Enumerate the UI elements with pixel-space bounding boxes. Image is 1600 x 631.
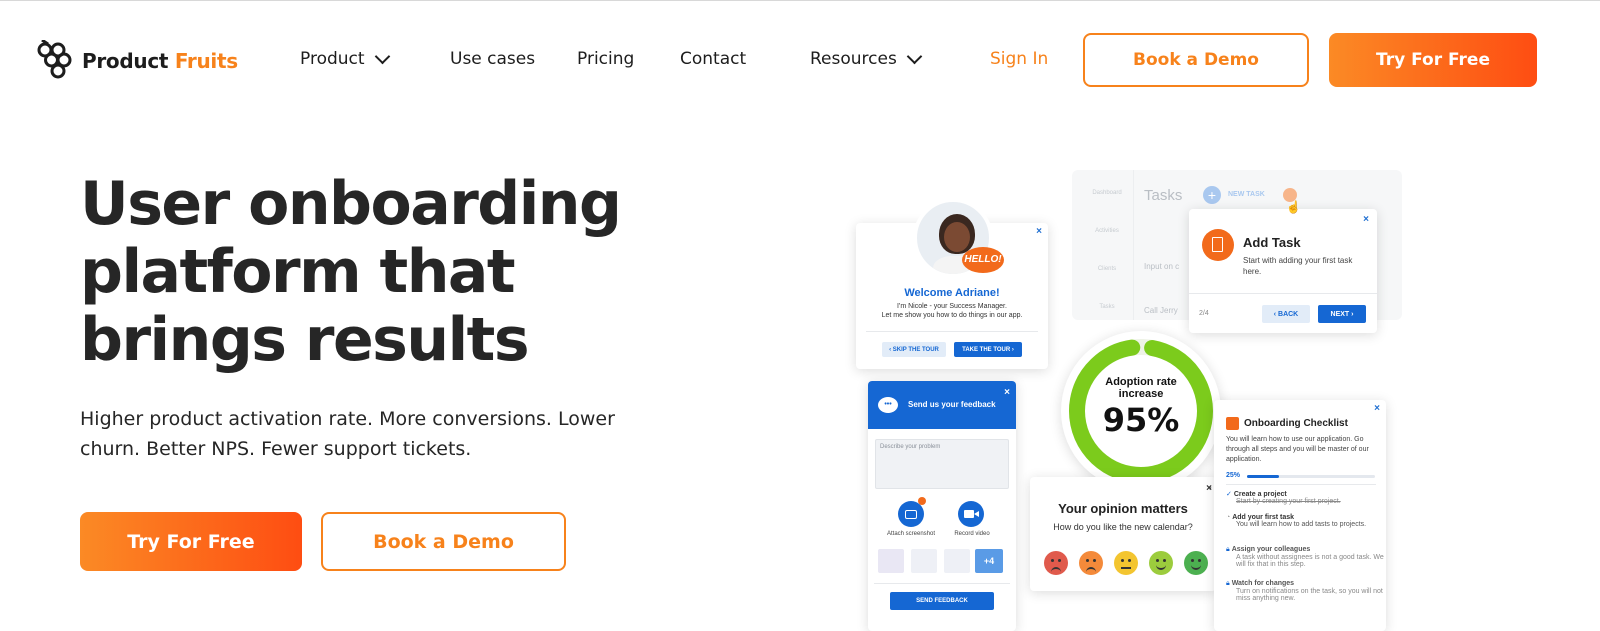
rating-face-4[interactable] xyxy=(1149,551,1173,575)
hero-book-demo-button[interactable]: Book a Demo xyxy=(321,512,566,571)
sign-in-link[interactable]: Sign In xyxy=(990,49,1048,69)
sidebar-activities: Activities xyxy=(1095,228,1119,234)
take-tour-button[interactable]: TAKE THE TOUR › xyxy=(954,342,1022,357)
sidebar-tasks: Tasks xyxy=(1099,304,1115,310)
close-icon[interactable]: × xyxy=(1374,403,1380,414)
rating-face-1[interactable] xyxy=(1044,551,1068,575)
add-task-title: Add Task xyxy=(1243,235,1301,250)
back-button[interactable]: ‹ BACK xyxy=(1262,305,1310,323)
progress-fill xyxy=(1247,475,1279,478)
adoption-label: Adoption rate increase xyxy=(1105,376,1177,400)
hero-try-free-button[interactable]: Try For Free xyxy=(80,512,302,571)
send-feedback-button[interactable]: SEND FEEDBACK xyxy=(890,592,994,610)
lock-icon: 🔒︎ xyxy=(1226,546,1230,553)
checklist-item[interactable]: ◔ Add your first task You will learn how … xyxy=(1226,514,1386,528)
nav-use-cases-label: Use cases xyxy=(450,49,536,69)
rating-face-2[interactable] xyxy=(1079,551,1103,575)
attach-screenshot-label: Attach screenshot xyxy=(886,531,936,537)
checklist-item[interactable]: 🔒︎ Watch for changes Turn on notification… xyxy=(1226,580,1386,602)
adoption-rate-widget: Adoption rate increase 95% xyxy=(1061,331,1221,491)
record-video-label: Record video xyxy=(954,531,990,537)
nav-product[interactable]: Product xyxy=(300,48,390,69)
tasks-title: Tasks xyxy=(1144,187,1183,204)
hero-title: User onboarding platform that brings res… xyxy=(80,170,720,374)
sidebar-clients: Clients xyxy=(1097,266,1117,272)
task-row: Input on c xyxy=(1144,262,1180,271)
close-icon[interactable]: × xyxy=(1036,226,1042,237)
checklist-icon xyxy=(1226,417,1239,430)
hero-subtitle: Higher product activation rate. More con… xyxy=(80,408,615,460)
more-thumbnails[interactable]: +4 xyxy=(975,549,1003,573)
add-task-popup: × Add Task Start with adding your first … xyxy=(1189,209,1377,333)
screenshot-thumbnail[interactable] xyxy=(911,549,937,573)
plus-icon: + xyxy=(1203,186,1221,204)
nav-pricing[interactable]: Pricing xyxy=(577,49,634,69)
opinion-survey: × Your opinion matters How do you like t… xyxy=(1030,477,1216,591)
feedback-title: Send us your feedback xyxy=(908,400,996,409)
top-border xyxy=(0,0,1600,1)
problem-textarea[interactable]: Describe your problem xyxy=(875,439,1009,489)
onboarding-checklist: × Onboarding Checklist You will learn ho… xyxy=(1214,400,1386,631)
progress-bar xyxy=(1247,475,1375,478)
video-icon[interactable] xyxy=(958,501,984,527)
rating-face-3[interactable] xyxy=(1114,551,1138,575)
close-icon[interactable]: × xyxy=(1363,214,1369,225)
nav-contact[interactable]: Contact xyxy=(680,49,746,69)
nav-product-label: Product xyxy=(300,49,365,69)
progress-label: 25% xyxy=(1226,472,1241,479)
chevron-down-icon xyxy=(374,48,390,64)
chat-icon: ••• xyxy=(878,397,898,413)
hero-title-line: brings results xyxy=(80,305,530,375)
skip-tour-button[interactable]: ‹ SKIP THE TOUR xyxy=(882,342,946,357)
nav-pricing-label: Pricing xyxy=(577,49,635,69)
logo[interactable]: Product Fruits xyxy=(36,40,238,82)
nav-book-demo-button[interactable]: Book a Demo xyxy=(1083,33,1309,87)
next-button[interactable]: NEXT › xyxy=(1318,305,1366,323)
cursor-hand-icon: ☝ xyxy=(1286,200,1301,214)
welcome-body-1: I'm Nicole - your Success Manager. xyxy=(897,303,1007,310)
checklist-title: Onboarding Checklist xyxy=(1244,418,1348,429)
welcome-body-2: Let me show you how to do things in our … xyxy=(881,312,1023,319)
checklist-intro: You will learn how to use our applicatio… xyxy=(1226,436,1369,463)
lock-icon: 🔒︎ xyxy=(1226,580,1230,587)
adoption-value: 95% xyxy=(1102,401,1180,439)
screenshot-thumbnail[interactable] xyxy=(878,549,904,573)
screenshot-thumbnail[interactable] xyxy=(944,549,970,573)
hero-title-line: User onboarding xyxy=(80,169,622,239)
task-document-icon xyxy=(1202,229,1234,261)
new-task-label: NEW TASK xyxy=(1228,191,1265,198)
logo-text: Product Fruits xyxy=(82,49,238,73)
nav-contact-label: Contact xyxy=(680,49,747,69)
grape-logo-icon xyxy=(37,40,72,79)
nav-resources[interactable]: Resources xyxy=(810,48,923,69)
nav-resources-label: Resources xyxy=(810,49,897,69)
add-task-body: Start with adding your first task here. xyxy=(1243,256,1353,276)
hero-title-line: platform that xyxy=(80,237,516,307)
close-icon[interactable]: × xyxy=(1004,387,1010,398)
step-counter: 2/4 xyxy=(1199,310,1209,317)
rating-face-5[interactable] xyxy=(1184,551,1208,575)
nav-use-cases[interactable]: Use cases xyxy=(450,49,535,69)
nav-try-free-button[interactable]: Try For Free xyxy=(1329,33,1537,87)
collapse-icon[interactable]: › xyxy=(1209,483,1212,492)
tasks-sidebar: Dashboard Activities Clients Tasks xyxy=(1072,170,1134,320)
checklist-item[interactable]: ✓ Create a project Start by creating your… xyxy=(1226,490,1386,505)
task-row: Call Jerry xyxy=(1144,306,1178,315)
welcome-title: Welcome Adriane! xyxy=(904,287,1000,299)
chevron-down-icon xyxy=(906,48,923,64)
hello-badge: HELLO! xyxy=(962,247,1004,273)
opinion-question: How do you like the new calendar? xyxy=(1053,522,1193,532)
sidebar-dashboard: Dashboard xyxy=(1092,190,1122,196)
checklist-item[interactable]: 🔒︎ Assign your colleagues A task without … xyxy=(1226,546,1386,568)
opinion-title: Your opinion matters xyxy=(1058,501,1188,516)
feedback-widget: ••• Send us your feedback × Describe you… xyxy=(868,381,1016,631)
camera-icon[interactable] xyxy=(898,497,926,527)
